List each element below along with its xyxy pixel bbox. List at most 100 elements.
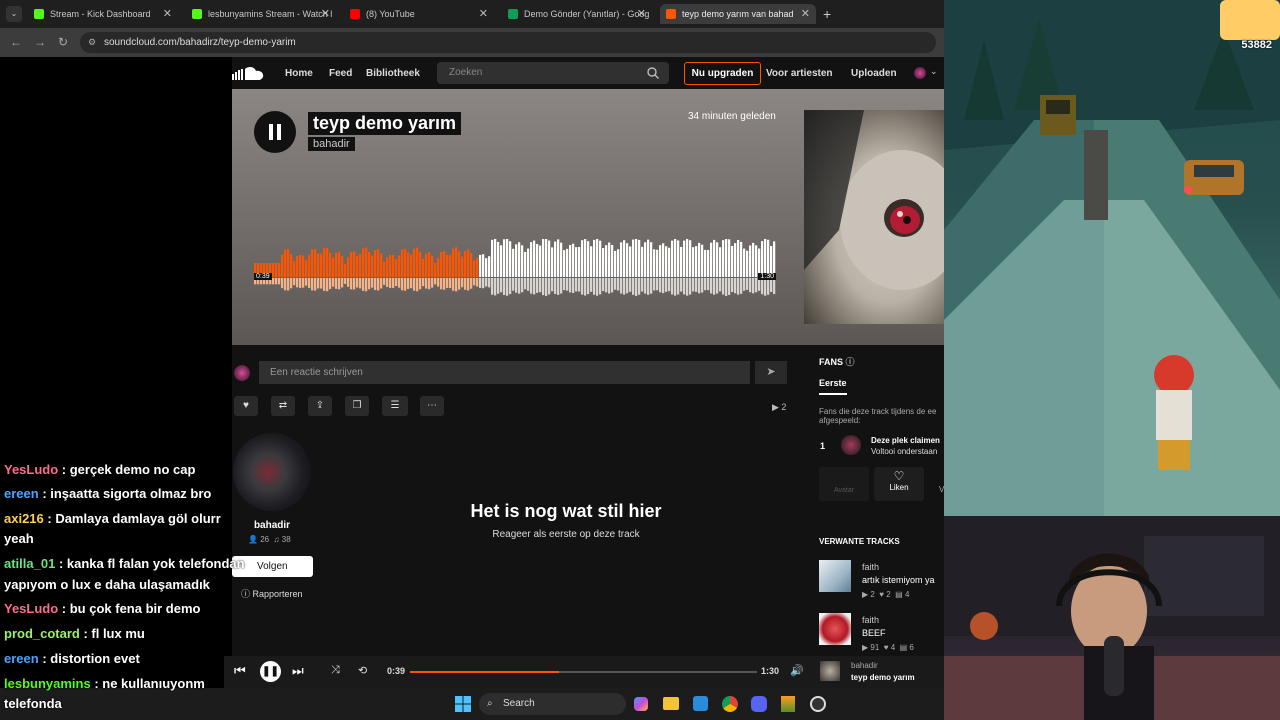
- waveform-reflection: [332, 278, 335, 287]
- reload-icon[interactable]: ↻: [58, 35, 68, 49]
- info-icon[interactable]: ⓘ: [846, 357, 855, 367]
- related-track-2-artwork[interactable]: [819, 613, 851, 645]
- tab-google-sheets[interactable]: Demo Gönder (Yanıtlar) - Goog ✕: [502, 4, 652, 24]
- chat-username[interactable]: atilla_01: [4, 556, 55, 571]
- close-icon[interactable]: ✕: [321, 7, 330, 20]
- discord-icon[interactable]: [751, 696, 767, 712]
- chat-username[interactable]: YesLudo: [4, 462, 58, 477]
- more-button[interactable]: ⋯: [420, 396, 444, 416]
- waveform-reflection: [413, 278, 416, 291]
- track-artist[interactable]: bahadir: [308, 137, 355, 151]
- forward-icon[interactable]: →: [34, 35, 46, 49]
- like-button[interactable]: ♥: [234, 396, 258, 416]
- next-icon[interactable]: ⏭: [292, 663, 304, 679]
- waveform-reflection: [365, 278, 368, 292]
- player-artwork[interactable]: [820, 661, 840, 681]
- tab-youtube[interactable]: (8) YouTube ✕: [344, 4, 494, 24]
- like-task[interactable]: ♡ Liken: [874, 467, 924, 501]
- player-artist[interactable]: bahadir: [851, 661, 878, 670]
- search-input[interactable]: Zoeken: [437, 62, 669, 84]
- chevron-down-icon[interactable]: ⌄: [930, 66, 938, 77]
- upgrade-button[interactable]: Nu upgraden: [684, 62, 761, 85]
- player-progress[interactable]: [410, 671, 757, 673]
- nav-feed[interactable]: Feed: [329, 68, 352, 79]
- copilot-icon[interactable]: [634, 697, 648, 711]
- add-to-playlist-button[interactable]: ☰: [382, 396, 408, 416]
- uploader-name[interactable]: bahadir: [232, 520, 312, 531]
- waveform-bar: [440, 251, 443, 277]
- taskbar-search[interactable]: ⌕ Search: [479, 693, 626, 715]
- tab-soundcloud[interactable]: teyp demo yarım van bahad ✕: [660, 4, 816, 24]
- like-task-label: Liken: [889, 483, 909, 492]
- waveform-reflection: [467, 278, 470, 291]
- copy-link-button[interactable]: ❐: [345, 396, 369, 416]
- related-track-1-artist[interactable]: faith: [862, 562, 879, 572]
- waveform-reflection: [512, 278, 515, 291]
- waveform-bar: [668, 247, 671, 277]
- tab-list-button[interactable]: ⌄: [6, 6, 22, 22]
- soundcloud-logo-icon[interactable]: [232, 66, 264, 80]
- chrome-icon[interactable]: [722, 696, 738, 712]
- nav-upload[interactable]: Uploaden: [851, 68, 897, 79]
- obs-icon[interactable]: [810, 696, 826, 712]
- share-button[interactable]: ⇪: [308, 396, 332, 416]
- report-button[interactable]: ⓘ Rapporteren: [241, 587, 303, 600]
- related-track-1-title[interactable]: artık istemiyom ya: [862, 575, 935, 585]
- chat-username[interactable]: ereen: [4, 486, 39, 501]
- close-icon[interactable]: ✕: [163, 7, 172, 20]
- waveform-bar: [581, 240, 584, 277]
- close-icon[interactable]: ✕: [637, 7, 646, 20]
- waveform-bar: [611, 244, 614, 277]
- fl-studio-icon[interactable]: [781, 696, 795, 712]
- search-icon[interactable]: [647, 67, 659, 79]
- close-icon[interactable]: ✕: [479, 7, 488, 20]
- repeat-icon[interactable]: ⟲: [358, 664, 367, 677]
- waveform-bar: [713, 239, 716, 277]
- chat-username[interactable]: axi216: [4, 511, 44, 526]
- file-explorer-icon[interactable]: [663, 697, 679, 710]
- tab-kick-dashboard[interactable]: Stream - Kick Dashboard ✕: [28, 4, 178, 24]
- fans-tab-first[interactable]: Eerste: [819, 378, 847, 395]
- waveform-reflection: [320, 278, 323, 289]
- new-tab-button[interactable]: +: [823, 6, 831, 22]
- pause-icon[interactable]: ❚❚: [260, 661, 281, 682]
- related-track-2-artist[interactable]: faith: [862, 615, 879, 625]
- store-icon[interactable]: [693, 696, 708, 711]
- pause-button[interactable]: [254, 111, 296, 153]
- volume-icon[interactable]: 🔊: [790, 664, 804, 677]
- comment-input[interactable]: Een reactie schrijven: [259, 361, 750, 384]
- uploader-avatar[interactable]: [233, 433, 311, 511]
- track-artwork[interactable]: [804, 110, 944, 324]
- waveform-reflection: [428, 278, 431, 290]
- previous-icon[interactable]: ⏮: [234, 663, 246, 679]
- repost-button[interactable]: ⇄: [271, 396, 295, 416]
- url-bar[interactable]: ⚙ soundcloud.com/bahadirz/teyp-demo-yari…: [80, 32, 936, 53]
- shuffle-icon[interactable]: ⤨: [331, 664, 340, 677]
- related-track-2-title[interactable]: BEEF: [862, 628, 886, 638]
- chat-username[interactable]: prod_cotard: [4, 626, 80, 641]
- send-icon[interactable]: ➤: [755, 361, 787, 384]
- chat-message: ereen : distortion evet: [4, 651, 140, 666]
- chat-username[interactable]: ereen: [4, 651, 39, 666]
- waveform-bar: [356, 255, 359, 277]
- nav-library[interactable]: Bibliotheek: [366, 68, 420, 79]
- nav-home[interactable]: Home: [285, 68, 313, 79]
- windows-start-icon[interactable]: [455, 696, 471, 712]
- tab-kick-stream[interactable]: lesbunyamins Stream - Watch l ✕: [186, 4, 336, 24]
- close-icon[interactable]: ✕: [801, 7, 810, 20]
- waveform[interactable]: 0:39 1:30: [254, 237, 776, 301]
- back-icon[interactable]: ←: [10, 35, 22, 49]
- waveform-bar: [548, 240, 551, 277]
- related-track-1-artwork[interactable]: [819, 560, 851, 592]
- follow-button[interactable]: Volgen: [232, 556, 313, 577]
- waveform-reflection: [629, 278, 632, 292]
- waveform-reflection: [368, 278, 371, 290]
- site-info-icon[interactable]: ⚙: [88, 32, 96, 53]
- nav-for-artists[interactable]: Voor artiesten: [766, 68, 833, 79]
- user-avatar[interactable]: [914, 67, 926, 79]
- kick-icon: [192, 9, 202, 19]
- chat-username[interactable]: YesLudo: [4, 601, 58, 616]
- player-title[interactable]: teyp demo yarım: [851, 673, 915, 682]
- waveform-reflection: [590, 278, 593, 292]
- claim-spot-label[interactable]: Deze plek claimen: [871, 436, 940, 445]
